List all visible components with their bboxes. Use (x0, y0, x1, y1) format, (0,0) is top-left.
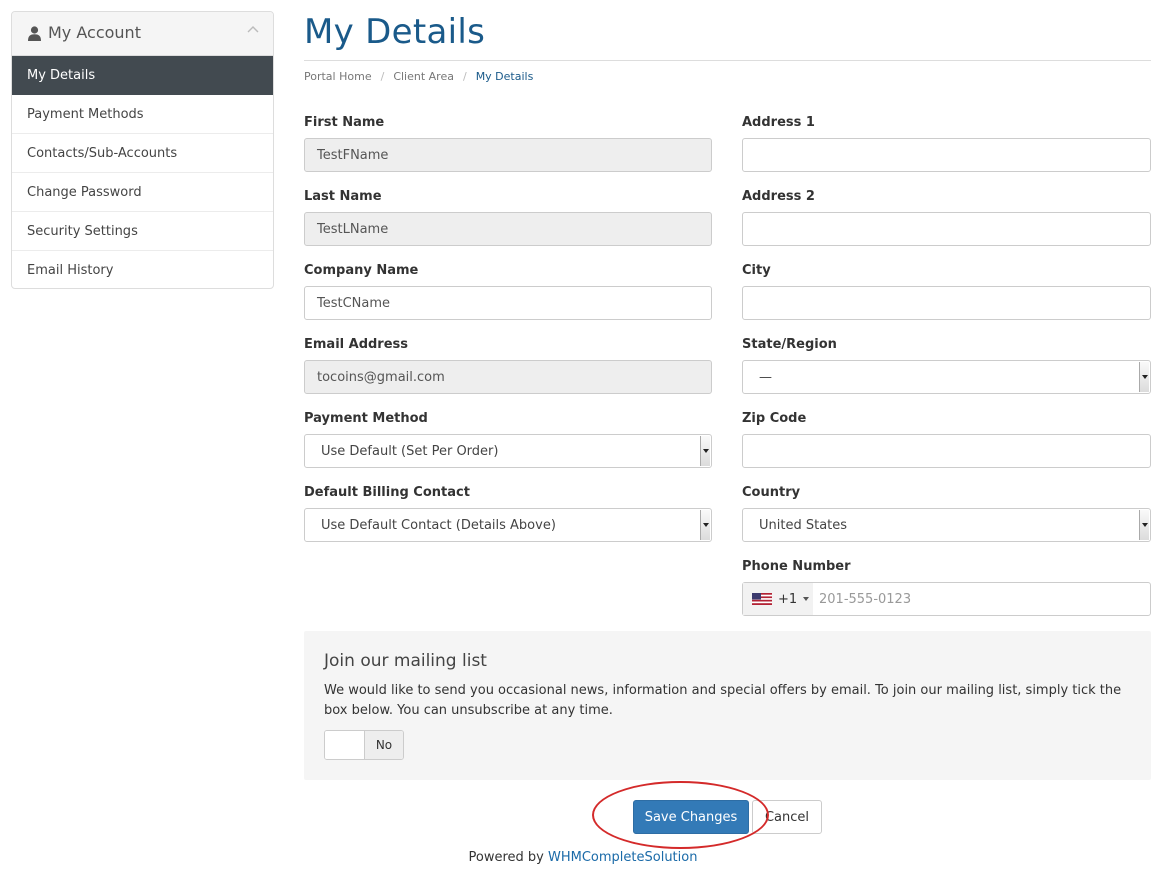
mailing-list-panel: Join our mailing list We would like to s… (304, 631, 1151, 780)
phone-number-placeholder[interactable]: 201-555-0123 (813, 592, 911, 607)
sidebar-item-label: Email History (27, 263, 114, 278)
us-flag-icon (752, 593, 772, 605)
city-field[interactable] (742, 286, 1151, 320)
payment-method-value: Use Default (Set Per Order) (321, 443, 499, 459)
cancel-button[interactable]: Cancel (752, 800, 822, 834)
payment-method-label: Payment Method (304, 411, 428, 426)
country-value: United States (759, 517, 848, 533)
address2-field[interactable] (742, 212, 1151, 246)
caret-down-icon (803, 597, 810, 601)
sidebar-header[interactable]: My Account (12, 12, 273, 56)
phone-field[interactable]: +1 201-555-0123 (742, 582, 1151, 616)
state-label: State/Region (742, 337, 837, 352)
sidebar-item-label: Payment Methods (27, 106, 144, 122)
payment-method-select[interactable]: Use Default (Set Per Order) (304, 434, 712, 468)
user-icon (28, 26, 41, 41)
mailing-list-text: We would like to send you occasional new… (324, 683, 1122, 718)
state-select[interactable]: — (742, 360, 1151, 394)
phone-country-code: +1 (778, 591, 798, 607)
save-changes-button[interactable]: Save Changes (633, 800, 749, 834)
first-name-field[interactable]: TestFName (304, 138, 712, 172)
dropdown-arrow-icon[interactable] (700, 510, 710, 540)
first-name-label: First Name (304, 115, 385, 130)
title-divider (304, 60, 1151, 61)
sidebar-item-change-password[interactable]: Change Password (12, 173, 273, 212)
country-label: Country (742, 485, 801, 500)
breadcrumb-separator: / (380, 70, 385, 83)
sidebar-item-label: My Details (27, 67, 96, 83)
account-sidebar: My Account My Details Payment Methods Co… (11, 11, 274, 289)
dropdown-arrow-icon[interactable] (700, 436, 710, 466)
phone-label: Phone Number (742, 559, 851, 574)
breadcrumb: Portal Home / Client Area / My Details (304, 70, 533, 83)
dropdown-arrow-icon[interactable] (1139, 362, 1149, 392)
breadcrumb-current: My Details (475, 70, 534, 83)
mailing-list-toggle[interactable]: No (324, 730, 404, 760)
last-name-field[interactable]: TestLName (304, 212, 712, 246)
address1-label: Address 1 (742, 115, 815, 130)
toggle-knob[interactable] (325, 731, 365, 759)
sidebar-item-my-details[interactable]: My Details (12, 56, 273, 95)
billing-contact-label: Default Billing Contact (304, 485, 470, 500)
zip-field[interactable] (742, 434, 1151, 468)
address2-label: Address 2 (742, 189, 815, 204)
billing-contact-value: Use Default Contact (Details Above) (321, 517, 556, 533)
email-label: Email Address (304, 337, 409, 352)
sidebar-item-payment-methods[interactable]: Payment Methods (12, 95, 273, 134)
email-field[interactable]: tocoins@gmail.com (304, 360, 712, 394)
breadcrumb-link-portal-home[interactable]: Portal Home (304, 70, 372, 83)
zip-label: Zip Code (742, 411, 807, 426)
powered-by-prefix: Powered by (468, 850, 548, 865)
dropdown-arrow-icon[interactable] (1139, 510, 1149, 540)
breadcrumb-link-client-area[interactable]: Client Area (393, 70, 454, 83)
powered-by-link[interactable]: WHMCompleteSolution (548, 850, 697, 865)
company-name-value: TestCName (317, 295, 391, 311)
country-select[interactable]: United States (742, 508, 1151, 542)
billing-contact-select[interactable]: Use Default Contact (Details Above) (304, 508, 712, 542)
mailing-list-title: Join our mailing list (324, 651, 487, 671)
page-title: My Details (304, 12, 486, 52)
powered-by-footer: Powered by WHMCompleteSolution (0, 850, 1166, 865)
company-name-label: Company Name (304, 263, 419, 278)
city-label: City (742, 263, 771, 278)
toggle-label: No (365, 731, 403, 759)
state-value: — (759, 369, 772, 385)
sidebar-item-email-history[interactable]: Email History (12, 251, 273, 288)
sidebar-item-label: Security Settings (27, 223, 138, 239)
last-name-label: Last Name (304, 189, 382, 204)
breadcrumb-separator: / (462, 70, 467, 83)
address1-field[interactable] (742, 138, 1151, 172)
sidebar-item-label: Change Password (27, 184, 142, 200)
phone-country-selector[interactable]: +1 (743, 583, 813, 615)
chevron-up-icon[interactable] (247, 24, 259, 36)
sidebar-item-contacts[interactable]: Contacts/Sub-Accounts (12, 134, 273, 173)
email-value: tocoins@gmail.com (317, 369, 445, 385)
first-name-value: TestFName (317, 147, 389, 163)
last-name-value: TestLName (317, 221, 389, 237)
sidebar-title: My Account (48, 23, 141, 42)
company-name-field[interactable]: TestCName (304, 286, 712, 320)
sidebar-item-label: Contacts/Sub-Accounts (27, 145, 178, 161)
sidebar-item-security-settings[interactable]: Security Settings (12, 212, 273, 251)
